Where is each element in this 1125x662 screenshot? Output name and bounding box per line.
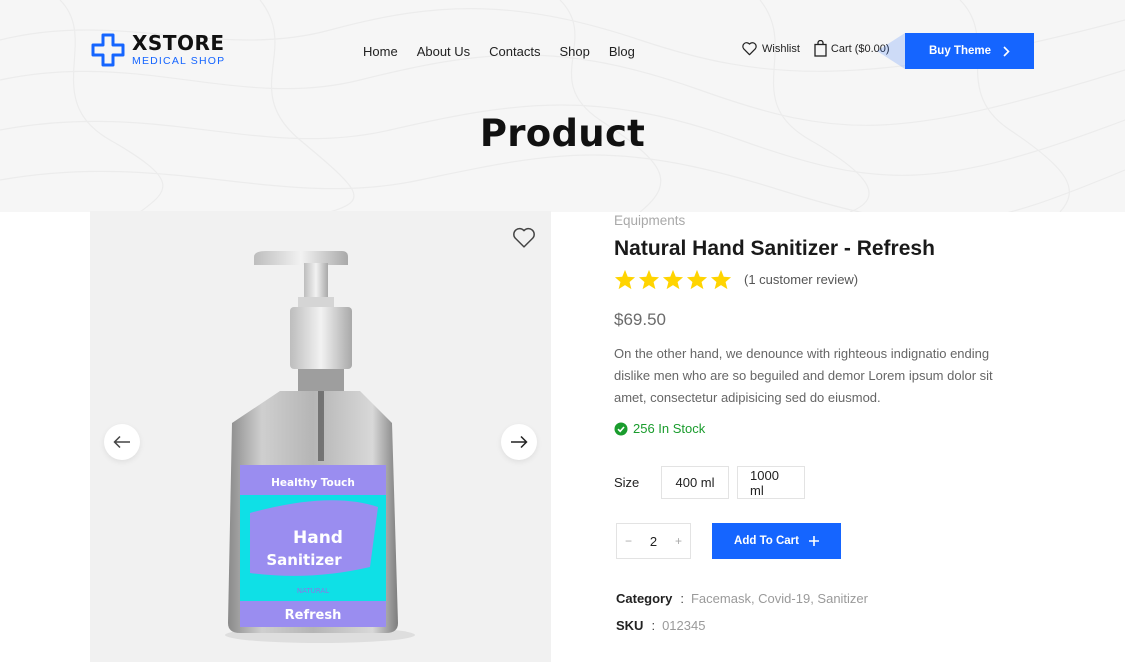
heart-icon <box>513 227 535 248</box>
star-icon <box>662 269 684 290</box>
meta-sku-value: 012345 <box>662 618 706 633</box>
nav-item-blog[interactable]: Blog <box>609 44 635 59</box>
meta-category-key: Category <box>616 591 673 606</box>
nav-item-home[interactable]: Home <box>363 44 398 59</box>
gallery-prev-button[interactable] <box>104 424 140 460</box>
plus-icon <box>808 536 819 546</box>
meta-separator: : <box>651 618 656 633</box>
meta-separator: : <box>680 591 684 606</box>
review-count-link[interactable]: (1 customer review) <box>744 272 858 287</box>
size-label: Size <box>614 475 640 490</box>
label-tag: NATURAL <box>297 587 329 595</box>
product-meta-sku: SKU : 012345 <box>616 618 705 633</box>
add-to-wishlist-button[interactable] <box>511 226 537 254</box>
product-gallery: Healthy Touch Hand Sanitizer NATURAL Ref… <box>90 211 551 662</box>
gallery-next-button[interactable] <box>501 424 537 460</box>
quantity-increase-button[interactable]: + <box>671 534 687 548</box>
brand-tagline: MEDICAL SHOP <box>132 55 226 68</box>
product-image: Healthy Touch Hand Sanitizer NATURAL Ref… <box>225 251 415 643</box>
quantity-decrease-button[interactable]: − <box>621 534 637 548</box>
header-actions: Wishlist Cart ($0.00) <box>741 40 890 57</box>
label-variant: Refresh <box>285 608 342 623</box>
shopping-bag-icon <box>814 40 827 57</box>
product-title: Natural Hand Sanitizer - Refresh <box>614 237 935 260</box>
product-category-link[interactable]: Equipments <box>614 213 685 228</box>
size-option-1000ml[interactable]: 1000 ml <box>737 466 805 499</box>
quantity-value[interactable]: 2 <box>644 534 664 549</box>
star-icon <box>686 269 708 290</box>
arrow-right-icon <box>511 435 528 449</box>
add-to-cart-button[interactable]: Add To Cart <box>712 523 841 559</box>
brand-name: XSTORE <box>132 31 225 56</box>
nav-item-contacts[interactable]: Contacts <box>489 44 540 59</box>
meta-category-value[interactable]: Facemask, Covid-19, Sanitizer <box>691 591 868 606</box>
product-rating: (1 customer review) <box>614 269 858 290</box>
hero-banner: XSTORE MEDICAL SHOP Home About Us Contac… <box>0 0 1125 212</box>
wishlist-link[interactable]: Wishlist <box>741 41 800 56</box>
stock-status: 256 In Stock <box>614 421 705 436</box>
size-option-400ml[interactable]: 400 ml <box>661 466 729 499</box>
wishlist-label: Wishlist <box>762 42 800 55</box>
logo[interactable]: XSTORE MEDICAL SHOP <box>90 32 225 68</box>
buy-theme-button[interactable]: Buy Theme <box>877 33 1034 69</box>
main-nav: Home About Us Contacts Shop Blog <box>363 44 635 59</box>
star-icon <box>710 269 732 290</box>
quantity-stepper: − 2 + <box>616 523 691 559</box>
nav-item-shop[interactable]: Shop <box>559 44 589 59</box>
check-badge-icon <box>614 422 628 435</box>
label-line2: Sanitizer <box>266 551 342 569</box>
meta-sku-key: SKU <box>616 618 644 633</box>
label-line1: Hand <box>293 528 343 548</box>
medical-cross-icon <box>91 33 125 67</box>
size-selector: Size 400 ml 1000 ml <box>614 466 813 499</box>
star-icon <box>638 269 660 290</box>
stock-text: 256 In Stock <box>633 421 706 436</box>
chevron-right-icon <box>1003 45 1010 57</box>
star-icon <box>614 269 636 290</box>
rating-stars <box>614 269 732 290</box>
heart-icon <box>742 42 757 56</box>
nav-item-about-us[interactable]: About Us <box>417 44 470 59</box>
label-brand: Healthy Touch <box>271 477 355 489</box>
buy-theme-label: Buy Theme <box>929 45 991 57</box>
product-price: $69.50 <box>614 310 666 329</box>
page-title: Product <box>479 112 646 155</box>
product-description: On the other hand, we denounce with righ… <box>614 346 993 405</box>
add-to-cart-label: Add To Cart <box>734 535 799 547</box>
arrow-left-icon <box>113 435 130 449</box>
product-meta-category: Category : Facemask, Covid-19, Sanitizer <box>616 591 868 606</box>
